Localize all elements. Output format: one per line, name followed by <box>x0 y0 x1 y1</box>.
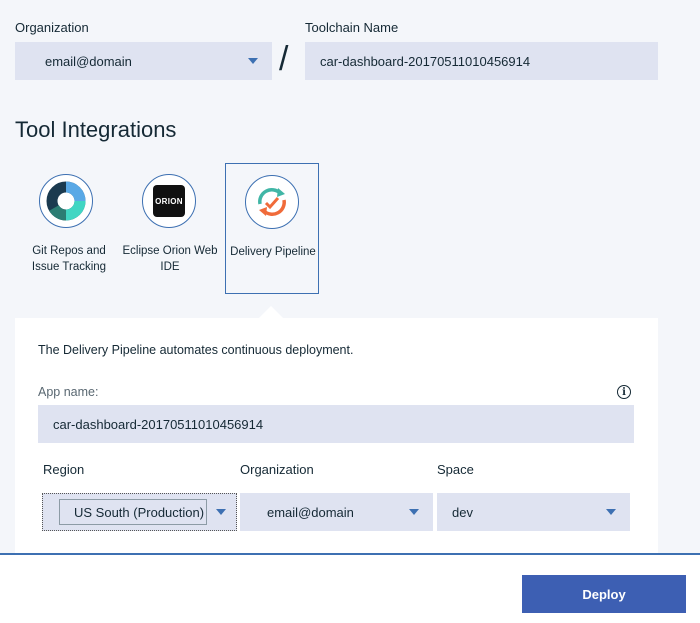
delivery-pipeline-panel: The Delivery Pipeline automates continuo… <box>15 318 658 556</box>
deploy-button[interactable]: Deploy <box>522 575 686 613</box>
tool-label-line1: Delivery Pipeline <box>230 246 316 258</box>
organization-select-panel-value: email@domain <box>267 504 354 520</box>
info-icon[interactable]: i <box>617 385 631 399</box>
chevron-down-icon <box>216 509 226 515</box>
tool-label-line1: Eclipse Orion Web <box>122 245 218 257</box>
git-repos-icon <box>39 174 93 228</box>
app-name-label: App name: <box>38 385 99 399</box>
region-label: Region <box>43 462 85 477</box>
space-select-value: dev <box>452 504 473 520</box>
space-select[interactable]: dev <box>437 493 630 531</box>
footer-bar: Deploy <box>0 553 700 623</box>
tool-card-git-repos[interactable]: Git Repos and Issue Tracking <box>24 163 114 293</box>
toolchain-name-label: Toolchain Name <box>305 20 399 35</box>
orion-icon-text: ORION <box>155 196 183 206</box>
region-select-value: US South (Production) <box>74 504 205 520</box>
chevron-down-icon <box>409 509 419 515</box>
tool-integrations-title: Tool Integrations <box>15 117 177 142</box>
tool-label-line1: Git Repos and <box>32 245 106 257</box>
delivery-pipeline-icon <box>245 175 299 229</box>
eclipse-orion-icon: ORION <box>142 174 196 228</box>
chevron-down-icon <box>248 58 258 64</box>
path-separator: / <box>279 40 289 78</box>
region-select[interactable]: US South (Production) <box>42 493 237 531</box>
toolchain-name-input[interactable]: car-dashboard-20170511010456914 <box>305 42 658 80</box>
app-name-input[interactable]: car-dashboard-20170511010456914 <box>38 405 634 443</box>
tool-label-line2: IDE <box>160 261 180 273</box>
organization-label: Organization <box>15 20 89 35</box>
tool-card-delivery-pipeline[interactable]: Delivery Pipeline <box>225 163 319 294</box>
organization-select-value: email@domain <box>45 53 132 69</box>
space-label: Space <box>437 462 474 477</box>
chevron-down-icon <box>606 509 616 515</box>
pipeline-description: The Delivery Pipeline automates continuo… <box>38 343 354 357</box>
tool-label-line2: Issue Tracking <box>31 261 107 273</box>
tool-card-eclipse-orion[interactable]: ORION Eclipse Orion Web IDE <box>122 163 218 293</box>
organization-select[interactable]: email@domain <box>15 42 272 80</box>
organization-select-panel[interactable]: email@domain <box>240 493 433 531</box>
space-organization-label: Organization <box>240 462 314 477</box>
